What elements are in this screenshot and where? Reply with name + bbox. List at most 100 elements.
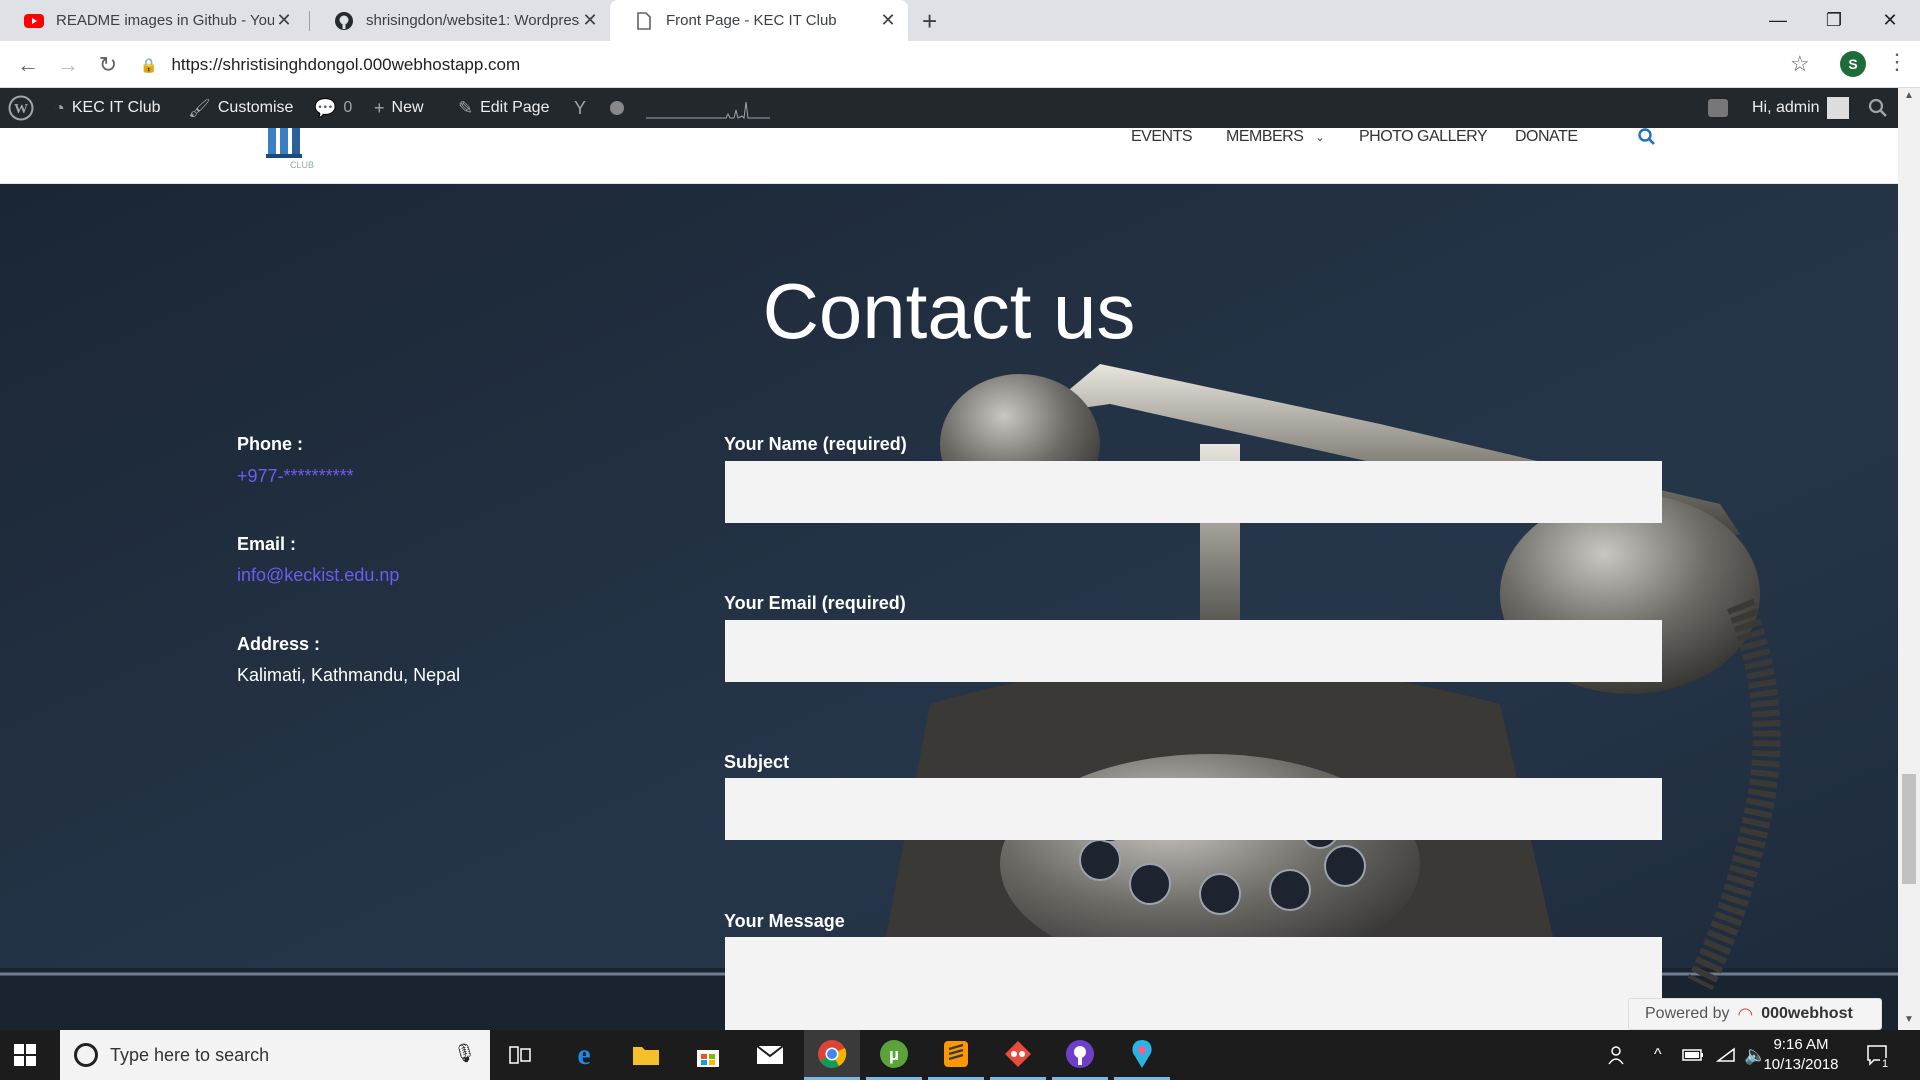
address-label: Address : bbox=[237, 634, 321, 654]
svg-text:W: W bbox=[14, 102, 28, 117]
tab-front-page[interactable]: Front Page - KEC IT Club ✕ bbox=[610, 0, 908, 41]
url-text: https://shristisinghdongol.000webhostapp… bbox=[171, 55, 521, 74]
notification-icon[interactable] bbox=[1708, 88, 1728, 128]
file-explorer-icon[interactable] bbox=[618, 1030, 674, 1080]
tab-title: shrisingdon/website1: Wordpress bbox=[366, 12, 580, 29]
store-icon[interactable] bbox=[680, 1030, 736, 1080]
new-tab-icon[interactable]: + bbox=[922, 6, 937, 37]
github-desktop-icon[interactable] bbox=[1052, 1030, 1108, 1080]
forward-icon[interactable]: → bbox=[52, 49, 84, 81]
edge-icon[interactable]: e bbox=[556, 1030, 612, 1080]
tab-title: README images in Github - YouTube bbox=[56, 12, 274, 29]
reload-icon[interactable]: ↻ bbox=[92, 49, 124, 81]
notification-count-badge: 1 bbox=[1880, 1058, 1891, 1070]
phone-value[interactable]: +977-********** bbox=[237, 466, 354, 487]
page-scrollbar[interactable]: ▲ ▼ bbox=[1898, 88, 1920, 1030]
chrome-icon[interactable] bbox=[804, 1030, 860, 1080]
site-header: CLUB EVENTS MEMBERS ⌄ PHOTO GALLERY DONA… bbox=[0, 128, 1898, 184]
nav-photo-gallery[interactable]: PHOTO GALLERY bbox=[1359, 128, 1488, 145]
utorrent-icon[interactable]: µ bbox=[866, 1030, 922, 1080]
tab-youtube[interactable]: README images in Github - YouTube ✕ bbox=[0, 0, 304, 41]
sublime-text-icon[interactable] bbox=[928, 1030, 984, 1080]
admin-site-name[interactable]: ◔ KEC IT Club bbox=[54, 88, 161, 128]
chevron-down-icon: ⌄ bbox=[1315, 132, 1325, 144]
admin-customise[interactable]: 🖌 Customise bbox=[188, 88, 293, 128]
minimize-icon[interactable]: — bbox=[1750, 0, 1806, 41]
email-input[interactable] bbox=[725, 620, 1662, 682]
nav-members[interactable]: MEMBERS ⌄ bbox=[1226, 128, 1325, 145]
wordpress-logo-icon[interactable]: W bbox=[8, 88, 34, 128]
message-field-label: Your Message bbox=[724, 911, 845, 931]
stats-sparkline-icon[interactable] bbox=[646, 88, 770, 128]
subject-field-label: Subject bbox=[724, 752, 790, 772]
contact-title: Contact us bbox=[762, 267, 1136, 355]
microphone-icon[interactable]: 🎙 bbox=[453, 1043, 476, 1064]
close-tab-icon[interactable]: ✕ bbox=[878, 10, 898, 31]
git-gui-icon[interactable] bbox=[990, 1030, 1046, 1080]
admin-account[interactable]: Hi, admin bbox=[1752, 88, 1849, 128]
task-view-icon[interactable] bbox=[492, 1030, 548, 1080]
mail-icon[interactable] bbox=[742, 1030, 798, 1080]
wifi-icon[interactable] bbox=[1716, 1030, 1736, 1080]
nav-donate[interactable]: DONATE bbox=[1515, 128, 1578, 145]
close-tab-icon[interactable]: ✕ bbox=[274, 10, 294, 31]
system-clock[interactable]: 9:16 AM 10/13/2018 bbox=[1756, 1035, 1846, 1075]
plus-icon: + bbox=[374, 97, 385, 118]
tray-chevron-up-icon[interactable]: ^ bbox=[1654, 1030, 1662, 1080]
restore-icon[interactable]: ❐ bbox=[1806, 0, 1862, 41]
profile-avatar[interactable]: S bbox=[1840, 51, 1866, 77]
taskbar-search-box[interactable]: Type here to search 🎙 bbox=[60, 1030, 490, 1080]
webhost-logo-icon: ◠ bbox=[1737, 1003, 1754, 1024]
github-icon bbox=[334, 11, 354, 31]
maps-pin-icon[interactable] bbox=[1114, 1030, 1170, 1080]
svg-text:CLUB: CLUB bbox=[290, 160, 314, 170]
people-icon[interactable] bbox=[1608, 1030, 1628, 1080]
subject-input[interactable] bbox=[725, 778, 1662, 840]
svg-text:µ: µ bbox=[889, 1045, 899, 1064]
bookmark-star-icon[interactable]: ☆ bbox=[1790, 51, 1810, 77]
close-tab-icon[interactable]: ✕ bbox=[580, 10, 600, 31]
windows-start-icon[interactable] bbox=[14, 1044, 36, 1071]
page-icon bbox=[634, 11, 654, 31]
menu-kebab-icon[interactable]: ⋮ bbox=[1886, 49, 1908, 75]
nav-events[interactable]: EVENTS bbox=[1131, 128, 1193, 145]
admin-edit-page[interactable]: ✎ Edit Page bbox=[458, 88, 549, 128]
message-textarea[interactable] bbox=[725, 937, 1662, 1030]
battery-icon[interactable] bbox=[1682, 1030, 1704, 1080]
scroll-down-icon[interactable]: ▼ bbox=[1904, 1014, 1914, 1025]
comment-icon: 💬 bbox=[314, 97, 337, 118]
scroll-up-icon[interactable]: ▲ bbox=[1904, 90, 1914, 101]
wp-admin-bar: W ◔ KEC IT Club 🖌 Customise 💬 0 + New ✎ … bbox=[0, 88, 1898, 128]
address-value: Kalimati, Kathmandu, Nepal bbox=[237, 665, 461, 685]
dashboard-icon: ◔ bbox=[54, 97, 65, 118]
browser-toolbar: ← → ↻ 🔒 https://shristisinghdongol.000we… bbox=[0, 41, 1920, 88]
action-center-icon[interactable]: 1 bbox=[1866, 1030, 1891, 1080]
powered-by-badge[interactable]: Powered by ◠ 000webhost bbox=[1628, 998, 1882, 1030]
back-icon[interactable]: ← bbox=[12, 49, 44, 81]
tab-github[interactable]: shrisingdon/website1: Wordpress ✕ bbox=[310, 0, 610, 41]
windows-taskbar: Type here to search 🎙 e µ ^ 🔈 9:16 AM 10… bbox=[0, 1030, 1920, 1080]
close-window-icon[interactable]: ✕ bbox=[1862, 0, 1918, 41]
brush-icon: 🖌 bbox=[188, 97, 211, 118]
site-search-icon[interactable] bbox=[1638, 128, 1656, 145]
name-field-label: Your Name (required) bbox=[724, 434, 907, 454]
pencil-icon: ✎ bbox=[458, 97, 474, 118]
scrollbar-thumb[interactable] bbox=[1902, 774, 1916, 884]
site-logo[interactable]: CLUB bbox=[266, 128, 318, 170]
email-link[interactable]: info@keckist.edu.np bbox=[237, 565, 399, 586]
tab-strip: README images in Github - YouTube ✕ shri… bbox=[0, 0, 1920, 41]
name-input[interactable] bbox=[725, 461, 1662, 523]
admin-comments[interactable]: 💬 0 bbox=[314, 88, 352, 128]
email-label: Email : bbox=[237, 534, 297, 554]
email-field-label: Your Email (required) bbox=[724, 593, 906, 613]
tab-title: Front Page - KEC IT Club bbox=[666, 12, 837, 29]
admin-search-icon[interactable] bbox=[1868, 88, 1888, 128]
seo-status-dot-icon[interactable] bbox=[610, 88, 624, 128]
admin-new[interactable]: + New bbox=[374, 88, 424, 128]
phone-label: Phone : bbox=[237, 434, 303, 454]
admin-avatar bbox=[1826, 97, 1849, 119]
yoast-icon[interactable]: Y bbox=[574, 88, 586, 128]
contact-section: Contact us Phone : +977-********** Email… bbox=[0, 184, 1898, 1030]
lock-icon: 🔒 bbox=[140, 56, 158, 73]
address-bar[interactable]: 🔒 https://shristisinghdongol.000webhosta… bbox=[140, 47, 1800, 83]
